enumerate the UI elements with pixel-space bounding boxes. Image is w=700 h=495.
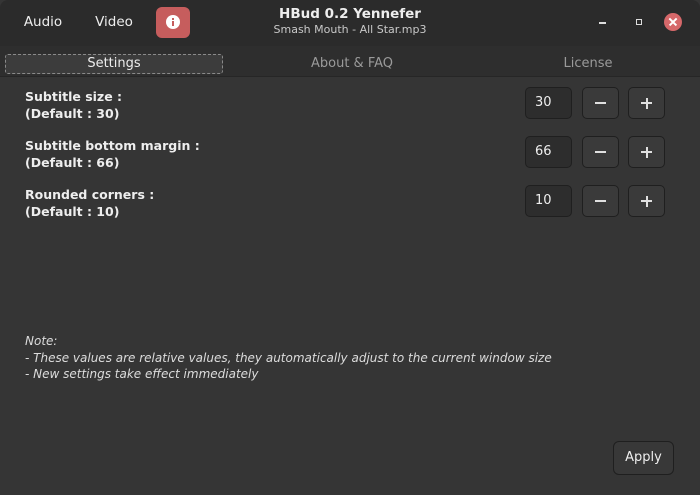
video-button[interactable]: Video <box>84 8 144 37</box>
setting-name: Rounded corners : <box>25 187 155 202</box>
subtitle-margin-increment-button[interactable] <box>628 136 665 168</box>
note-line: - New settings take effect immediately <box>25 367 259 381</box>
rounded-corners-increment-button[interactable] <box>628 185 665 217</box>
subtitle-margin-decrement-button[interactable] <box>582 136 619 168</box>
info-icon <box>166 15 180 29</box>
app-window: Audio Video HBud 0.2 Yennefer Smash Mout… <box>0 0 700 495</box>
maximize-icon[interactable] <box>631 14 647 30</box>
header-bar: Audio Video HBud 0.2 Yennefer Smash Mout… <box>0 0 700 46</box>
title-area: HBud 0.2 Yennefer Smash Mouth - All Star… <box>200 6 500 37</box>
subtitle-size-increment-button[interactable] <box>628 87 665 119</box>
setting-label: Subtitle size : (Default : 30) <box>25 88 122 122</box>
setting-default: (Default : 30) <box>25 106 120 121</box>
note-line: - These values are relative values, they… <box>25 350 552 365</box>
subtitle-size-input[interactable]: 30 <box>525 87 572 119</box>
rounded-corners-input[interactable]: 10 <box>525 185 572 217</box>
apply-button[interactable]: Apply <box>613 441 674 475</box>
close-icon[interactable] <box>664 13 682 31</box>
setting-default: (Default : 10) <box>25 204 120 219</box>
window-title: HBud 0.2 Yennefer <box>279 6 421 22</box>
note-title: Note: <box>25 334 58 348</box>
tab-about-faq[interactable]: About & FAQ <box>240 54 464 74</box>
window-subtitle: Smash Mouth - All Star.mp3 <box>273 23 427 36</box>
setting-name: Subtitle bottom margin : <box>25 138 200 153</box>
setting-label: Subtitle bottom margin : (Default : 66) <box>25 137 200 171</box>
settings-note: Note: - These values are relative values… <box>25 333 552 383</box>
tab-bar: Settings About & FAQ License <box>0 46 700 77</box>
tab-settings[interactable]: Settings <box>5 54 223 74</box>
setting-name: Subtitle size : <box>25 89 123 104</box>
rounded-corners-decrement-button[interactable] <box>582 185 619 217</box>
minimize-icon[interactable] <box>595 14 611 30</box>
setting-default: (Default : 66) <box>25 155 120 170</box>
setting-label: Rounded corners : (Default : 10) <box>25 186 154 220</box>
info-button[interactable] <box>156 7 190 38</box>
subtitle-size-decrement-button[interactable] <box>582 87 619 119</box>
subtitle-margin-input[interactable]: 66 <box>525 136 572 168</box>
tab-license[interactable]: License <box>476 54 700 74</box>
audio-button[interactable]: Audio <box>13 8 73 37</box>
